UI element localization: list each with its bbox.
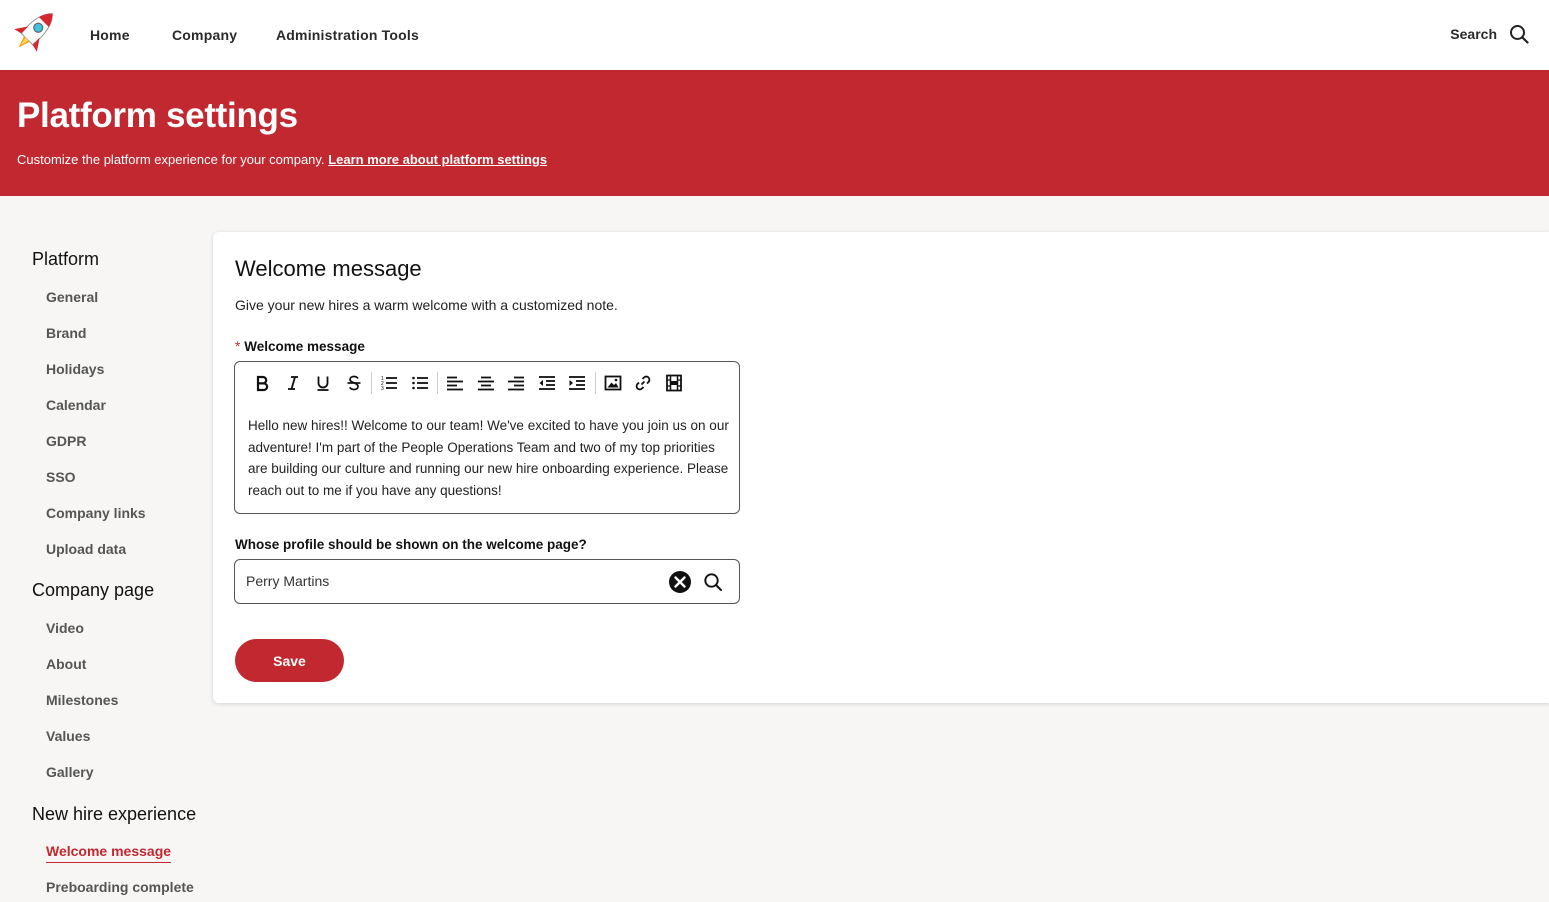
profile-input-value[interactable]: Perry Martins <box>246 573 329 589</box>
page-header-banner: Platform settings Customize the platform… <box>0 70 1549 196</box>
profile-search-input[interactable]: Perry Martins <box>234 559 740 604</box>
ordered-list-icon[interactable]: 123 <box>374 372 405 394</box>
page-subtitle: Customize the platform experience for yo… <box>17 152 547 167</box>
italic-icon[interactable] <box>278 372 309 394</box>
sidebar-item-holidays[interactable]: Holidays <box>46 361 104 377</box>
sidebar-section-platform: Platform <box>32 249 100 269</box>
welcome-message-label: * Welcome message <box>235 339 365 354</box>
clear-icon[interactable] <box>668 570 692 594</box>
sidebar-item-company-links[interactable]: Company links <box>46 505 146 521</box>
rich-text-editor[interactable]: 123 Hello new hires!! Welcome to our tea… <box>234 361 740 514</box>
sidebar-section-company-page: Company page <box>32 580 155 600</box>
sidebar-item-calendar[interactable]: Calendar <box>46 397 106 413</box>
page-title: Platform settings <box>17 96 298 135</box>
bullet-list-icon[interactable] <box>405 372 436 394</box>
sidebar-item-welcome-message[interactable]: Welcome message <box>46 843 172 863</box>
sidebar-item-milestones[interactable]: Milestones <box>46 692 118 708</box>
sidebar-item-brand[interactable]: Brand <box>46 325 86 341</box>
learn-more-link[interactable]: Learn more about platform settings <box>328 152 547 167</box>
welcome-message-card: Welcome message Give your new hires a wa… <box>213 232 1549 703</box>
sidebar-item-sso[interactable]: SSO <box>46 469 76 485</box>
sidebar-item-about[interactable]: About <box>46 656 86 672</box>
toolbar-separator <box>371 372 372 394</box>
sidebar-item-gdpr[interactable]: GDPR <box>46 433 86 449</box>
align-right-icon[interactable] <box>501 372 532 394</box>
search-label: Search <box>1450 26 1497 42</box>
search-icon <box>1510 25 1529 44</box>
welcome-message-label-text: Welcome message <box>244 339 365 354</box>
nav-administration-tools[interactable]: Administration Tools <box>276 27 419 43</box>
save-button[interactable]: Save <box>235 639 344 682</box>
subtitle-text: Customize the platform experience for yo… <box>17 152 325 167</box>
sidebar-item-upload-data[interactable]: Upload data <box>46 541 126 557</box>
card-description: Give your new hires a warm welcome with … <box>235 297 618 313</box>
indent-icon[interactable] <box>562 372 593 394</box>
sidebar-item-values[interactable]: Values <box>46 728 90 744</box>
image-icon[interactable] <box>598 372 629 394</box>
top-nav: Home Company Administration Tools Search <box>0 0 1549 70</box>
underline-icon[interactable] <box>308 372 339 394</box>
bold-icon[interactable] <box>247 372 278 394</box>
svg-text:3: 3 <box>381 386 384 392</box>
card-title: Welcome message <box>235 256 422 281</box>
sidebar-item-general[interactable]: General <box>46 289 98 305</box>
sidebar-item-video[interactable]: Video <box>46 620 84 636</box>
strikethrough-icon[interactable] <box>339 372 370 394</box>
align-center-icon[interactable] <box>471 372 502 394</box>
required-marker: * <box>235 339 241 354</box>
toolbar-separator <box>594 372 596 394</box>
editor-toolbar: 123 <box>247 372 689 394</box>
sidebar-section-new-hire-experience: New hire experience <box>32 804 197 824</box>
video-icon[interactable] <box>659 372 690 394</box>
nav-home[interactable]: Home <box>90 27 130 43</box>
toolbar-separator <box>437 372 438 394</box>
welcome-message-text[interactable]: Hello new hires!! Welcome to our team! W… <box>248 415 730 502</box>
outdent-icon[interactable] <box>532 372 563 394</box>
profile-field-label: Whose profile should be shown on the wel… <box>235 537 587 552</box>
sidebar-item-preboarding-complete[interactable]: Preboarding complete <box>46 879 194 895</box>
rocket-logo-icon[interactable] <box>6 4 62 60</box>
search-button[interactable]: Search <box>1450 24 1529 44</box>
align-left-icon[interactable] <box>440 372 471 394</box>
link-icon[interactable] <box>628 372 659 394</box>
search-icon[interactable] <box>703 572 723 592</box>
nav-company[interactable]: Company <box>172 27 237 43</box>
sidebar-item-gallery[interactable]: Gallery <box>46 764 93 780</box>
